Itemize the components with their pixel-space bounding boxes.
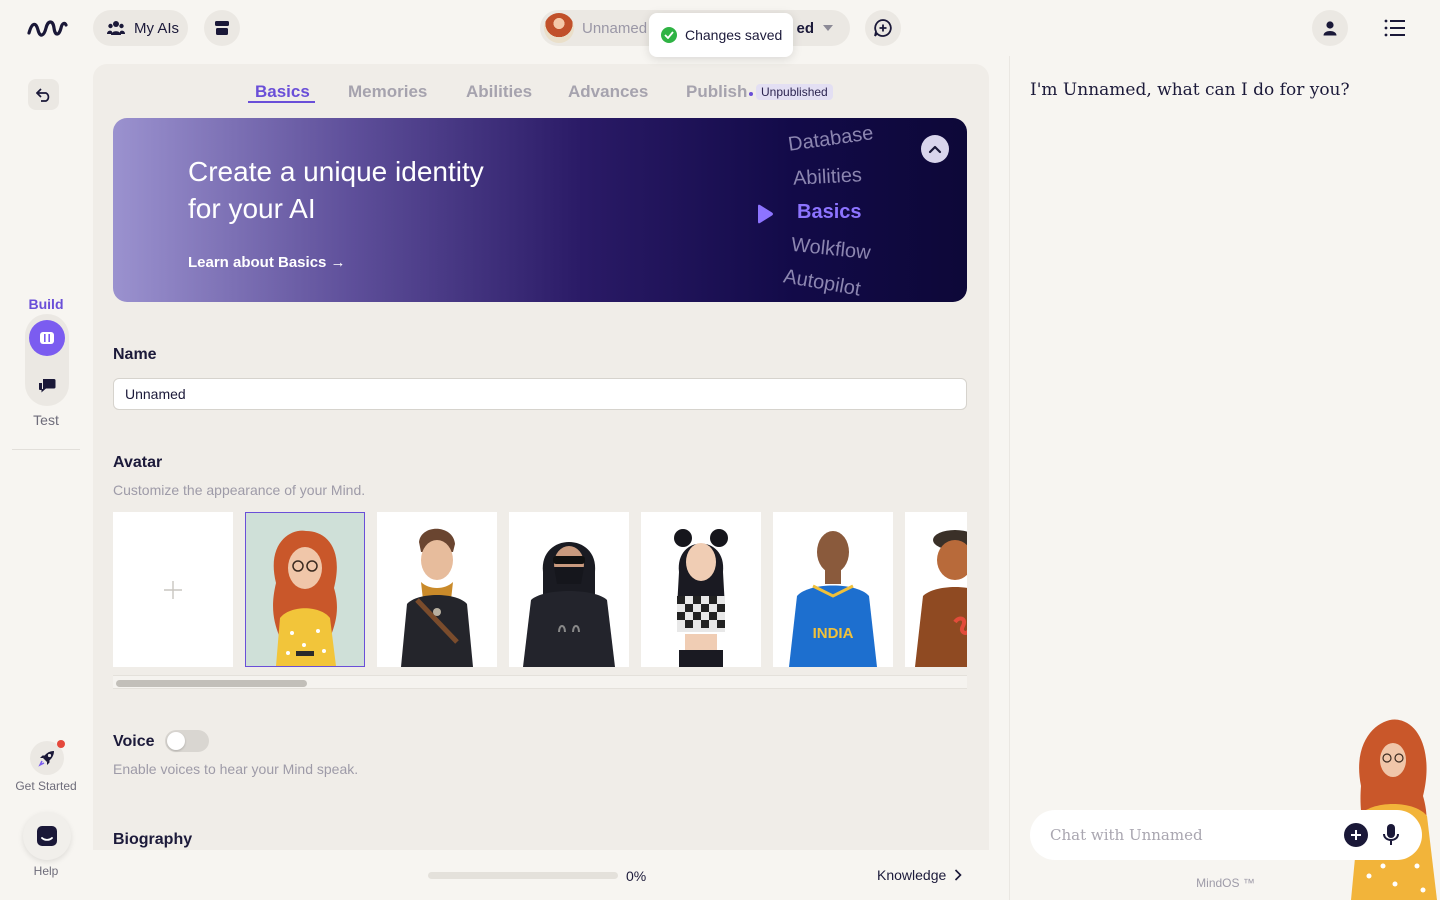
chat-plus-icon xyxy=(874,19,892,37)
avatar-carousel: INDIA xyxy=(113,512,967,668)
next-section-link[interactable]: Knowledge xyxy=(877,867,962,883)
top-bar: My AIs Unnamed ed Changes saved xyxy=(0,0,1440,57)
publish-dot xyxy=(749,92,753,96)
avatar-woman-red-hair-image xyxy=(273,530,337,666)
rocket-icon xyxy=(38,751,54,767)
avatar-subtitle: Customize the appearance of your Mind. xyxy=(113,482,366,498)
chevron-down-icon xyxy=(823,25,833,31)
help-chat-icon xyxy=(37,826,57,846)
name-heading: Name xyxy=(113,346,157,363)
voice-toggle-knob xyxy=(167,732,185,750)
tab-memories[interactable]: Memories xyxy=(348,82,427,102)
builder-panel: Basics Memories Abilities Advances Publi… xyxy=(93,64,989,850)
name-input[interactable] xyxy=(113,378,967,410)
collapse-banner-button[interactable] xyxy=(921,135,949,163)
test-mode-button[interactable] xyxy=(29,368,65,404)
hero-title: Create a unique identity for your AI xyxy=(188,153,548,227)
voice-subtitle: Enable voices to hear your Mind speak. xyxy=(113,761,359,777)
ai-status-text: ed xyxy=(796,19,814,37)
avatar-gingerbread-image xyxy=(915,530,967,667)
avatar-young-man-image xyxy=(401,528,473,667)
chat-greeting: I'm Unnamed, what can I do for you? xyxy=(1030,80,1350,100)
avatar-masked-hooded-image xyxy=(523,542,615,667)
voice-toggle[interactable] xyxy=(165,730,209,752)
wheel-item-autopilot: Autopilot xyxy=(781,265,863,301)
avatar-heading: Avatar xyxy=(113,454,163,471)
progress-label: 0% xyxy=(626,868,647,884)
help-label: Help xyxy=(33,864,59,878)
get-started-label: Get Started xyxy=(15,779,77,793)
undo-icon xyxy=(35,87,49,102)
plus-icon xyxy=(1351,830,1361,840)
learn-about-basics-link[interactable]: Learn about Basics → xyxy=(188,254,346,271)
account-button[interactable] xyxy=(1312,10,1348,46)
tab-advances[interactable]: Advances xyxy=(568,82,648,102)
ai-avatar-thumb xyxy=(544,13,574,43)
brand-label: MindOS ™ xyxy=(1196,876,1255,890)
store-button[interactable] xyxy=(204,10,240,46)
wheel-item-workflow: Wolkflow xyxy=(790,233,872,265)
sliders-icon xyxy=(40,332,54,344)
section-tabs: Basics Memories Abilities Advances Publi… xyxy=(93,82,989,108)
help-button[interactable] xyxy=(23,812,71,860)
avatar-option-masked-figure[interactable] xyxy=(509,512,629,667)
test-label: Test xyxy=(33,412,59,428)
chat-avatar-figure xyxy=(1351,719,1437,900)
build-mode-button[interactable] xyxy=(29,320,65,356)
progress-bar xyxy=(428,872,618,879)
wheel-item-basics: Basics xyxy=(797,201,862,223)
my-ais-button[interactable]: My AIs xyxy=(93,10,188,46)
changes-saved-toast: Changes saved xyxy=(649,13,793,57)
build-label: Build xyxy=(28,296,64,312)
back-button[interactable] xyxy=(28,79,59,110)
next-section-label: Knowledge xyxy=(877,867,947,883)
biography-heading: Biography xyxy=(113,831,193,848)
people-icon xyxy=(107,21,125,35)
avatar-option-gingerbread[interactable] xyxy=(905,512,967,667)
jersey-text: INDIA xyxy=(813,625,854,642)
left-rail: Build Test Get Started Help xyxy=(0,56,92,900)
my-ais-label: My AIs xyxy=(134,19,180,37)
add-avatar-card[interactable] xyxy=(113,512,233,667)
basics-hero-banner: Create a unique identity for your AI Lea… xyxy=(113,118,967,302)
avatar-option-selected[interactable] xyxy=(245,512,365,667)
wheel-item-abilities: Abilities xyxy=(792,164,863,190)
unpublished-badge: Unpublished xyxy=(756,84,833,100)
rail-divider xyxy=(12,449,80,450)
new-chat-button[interactable] xyxy=(865,10,901,46)
list-menu-icon[interactable] xyxy=(1384,18,1406,38)
avatar-scrollbar[interactable] xyxy=(113,675,967,689)
store-icon xyxy=(215,21,229,35)
wheel-item-database: Database xyxy=(786,122,875,156)
chat-panel: I'm Unnamed, what can I do for you? Mind… xyxy=(1009,56,1440,900)
avatar-india-jersey-image: INDIA xyxy=(789,531,877,667)
tab-abilities[interactable]: Abilities xyxy=(466,82,532,102)
ai-name: Unnamed xyxy=(582,19,648,37)
active-tab-underline xyxy=(248,101,315,103)
hero-title-line2: for your AI xyxy=(188,193,316,224)
user-icon xyxy=(1323,21,1337,36)
plus-icon xyxy=(164,580,182,599)
toast-text: Changes saved xyxy=(685,27,783,43)
play-indicator-icon xyxy=(758,204,773,224)
notification-dot xyxy=(57,740,65,748)
avatar-option-checkered-girl[interactable] xyxy=(641,512,761,667)
chat-attach-button[interactable] xyxy=(1344,823,1368,847)
chat-bubbles-icon xyxy=(39,379,56,393)
mindos-logo-icon[interactable] xyxy=(26,16,68,40)
avatar-option-young-man[interactable] xyxy=(377,512,497,667)
tab-publish[interactable]: Publish xyxy=(686,82,747,102)
feature-wheel: Database Abilities Basics Wolkflow Autop… xyxy=(753,118,913,302)
tab-basics[interactable]: Basics xyxy=(255,82,310,102)
chevron-right-icon xyxy=(955,869,962,881)
avatar-option-india-jersey[interactable]: INDIA xyxy=(773,512,893,667)
check-circle-icon xyxy=(661,27,677,43)
voice-heading: Voice xyxy=(113,733,155,750)
hero-title-line1: Create a unique identity xyxy=(188,156,484,187)
avatar-checkered-girl-image xyxy=(674,529,728,667)
microphone-icon[interactable] xyxy=(1381,823,1401,847)
ai-switcher-tail: ed xyxy=(796,20,834,37)
chevron-up-icon xyxy=(928,145,942,154)
avatar-scrollbar-thumb[interactable] xyxy=(116,680,307,687)
